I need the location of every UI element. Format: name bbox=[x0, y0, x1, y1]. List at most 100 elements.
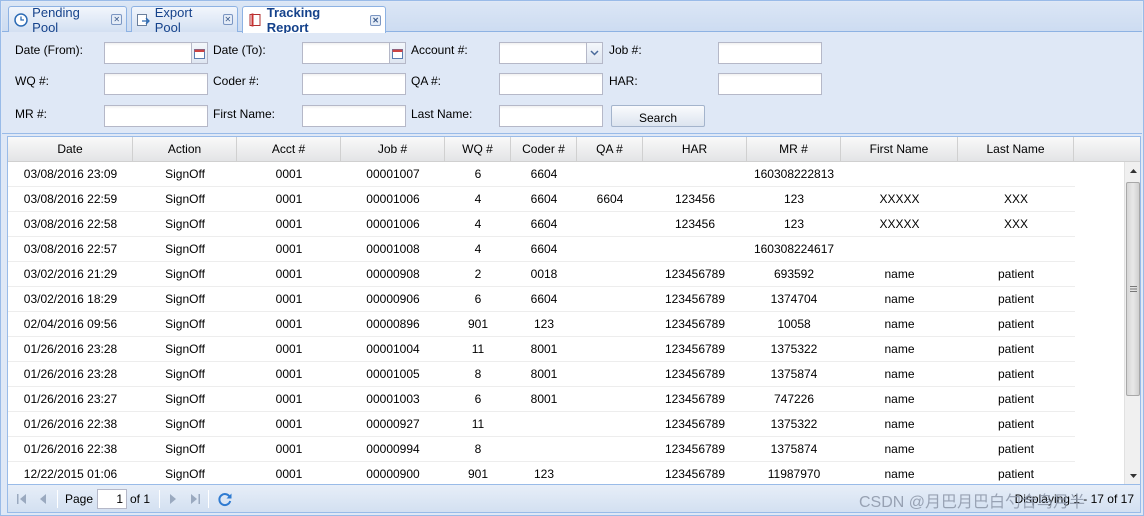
col-action-cell: SignOff bbox=[165, 167, 205, 181]
scroll-down-icon[interactable] bbox=[1125, 467, 1141, 484]
date-from-field[interactable] bbox=[104, 42, 208, 64]
header-action[interactable]: Action bbox=[133, 137, 237, 162]
app-window: Pending Pool ✕ Export Pool ✕ Tracking Re… bbox=[0, 0, 1144, 516]
wq-field[interactable] bbox=[104, 73, 208, 95]
table-row[interactable]: 03/08/2016 22:59 SignOff 0001 00001006 4 6604… bbox=[8, 187, 1075, 212]
header-last-name[interactable]: Last Name bbox=[958, 137, 1074, 162]
col-wq-cell: 8 bbox=[474, 367, 482, 381]
col-wq-cell: 901 bbox=[467, 317, 489, 331]
header-wq[interactable]: WQ # bbox=[445, 137, 511, 162]
table-row[interactable]: 02/04/2016 09:56 SignOff 0001 00000896 901 12… bbox=[8, 312, 1075, 337]
vertical-scrollbar[interactable] bbox=[1124, 162, 1140, 484]
col-mr-cell: 1375874 bbox=[770, 367, 818, 381]
first-name-field[interactable] bbox=[302, 105, 406, 127]
col-first-name-cell: name bbox=[884, 367, 915, 381]
tab-tracking-report[interactable]: Tracking Report ✕ bbox=[242, 5, 386, 35]
calendar-icon[interactable] bbox=[191, 42, 208, 64]
header-acct[interactable]: Acct # bbox=[237, 137, 341, 162]
header-qa[interactable]: QA # bbox=[577, 137, 643, 162]
col-wq-cell: 901 bbox=[467, 467, 489, 481]
table-row[interactable]: 03/02/2016 18:29 SignOff 0001 00000906 6 6604… bbox=[8, 287, 1075, 312]
col-last-name-cell: patient bbox=[997, 267, 1035, 281]
col-coder-cell: 6604 bbox=[530, 242, 558, 256]
tab-pending-pool[interactable]: Pending Pool ✕ bbox=[8, 5, 127, 35]
header-har[interactable]: HAR bbox=[643, 137, 747, 162]
prev-page-icon[interactable] bbox=[35, 491, 51, 507]
table-row[interactable]: 12/22/2015 01:06 SignOff 0001 00000900 901 12… bbox=[8, 462, 1075, 484]
col-first-name-cell: name bbox=[884, 417, 915, 431]
header-date[interactable]: Date bbox=[8, 137, 133, 162]
refresh-icon[interactable] bbox=[216, 491, 234, 507]
wq-label: WQ #: bbox=[15, 74, 50, 88]
page-number-input[interactable]: 1 bbox=[97, 489, 127, 509]
col-first-name-cell: XXXXX bbox=[879, 217, 920, 231]
col-qa-cell bbox=[577, 387, 643, 411]
col-first-name-cell: name bbox=[884, 392, 915, 406]
last-page-icon[interactable] bbox=[187, 491, 203, 507]
table-row[interactable]: 03/08/2016 22:57 SignOff 0001 00001008 4 6604… bbox=[8, 237, 1075, 262]
coder-field[interactable] bbox=[302, 73, 406, 95]
table-row[interactable]: 01/26/2016 22:38 SignOff 0001 00000994 8 1234… bbox=[8, 437, 1075, 462]
col-job-cell: 00001004 bbox=[366, 342, 420, 356]
report-icon bbox=[247, 12, 263, 28]
col-date-cell: 03/02/2016 21:29 bbox=[23, 267, 118, 281]
close-icon[interactable]: ✕ bbox=[111, 14, 123, 25]
col-har-cell: 123456789 bbox=[664, 367, 726, 381]
first-page-icon[interactable] bbox=[14, 491, 30, 507]
job-field[interactable] bbox=[718, 42, 822, 64]
calendar-icon[interactable] bbox=[389, 42, 406, 64]
col-date-cell: 03/08/2016 22:57 bbox=[23, 242, 118, 256]
col-qa-cell bbox=[577, 437, 643, 461]
col-first-name-cell: name bbox=[884, 292, 915, 306]
col-coder-cell: 8001 bbox=[530, 342, 558, 356]
qa-label: QA #: bbox=[411, 74, 442, 88]
col-first-name-cell: XXXXX bbox=[879, 192, 920, 206]
table-row[interactable]: 03/02/2016 21:29 SignOff 0001 00000908 2 0018… bbox=[8, 262, 1075, 287]
table-row[interactable]: 03/08/2016 23:09 SignOff 0001 00001007 6 6604… bbox=[8, 162, 1075, 187]
header-first-name[interactable]: First Name bbox=[841, 137, 958, 162]
tab-export-pool[interactable]: Export Pool ✕ bbox=[131, 5, 238, 35]
chevron-down-icon[interactable] bbox=[586, 42, 603, 64]
header-mr[interactable]: MR # bbox=[747, 137, 841, 162]
col-wq-cell: 2 bbox=[474, 267, 482, 281]
mr-field[interactable] bbox=[104, 105, 208, 127]
col-action-cell: SignOff bbox=[165, 242, 205, 256]
col-qa-cell bbox=[577, 362, 643, 386]
table-row[interactable]: 01/26/2016 23:27 SignOff 0001 00001003 6 8001… bbox=[8, 387, 1075, 412]
page-count-label: of 1 bbox=[130, 492, 151, 506]
col-coder-cell bbox=[511, 412, 577, 436]
col-qa-cell bbox=[577, 462, 643, 484]
col-har-cell: 123456789 bbox=[664, 467, 726, 481]
table-row[interactable]: 01/26/2016 23:28 SignOff 0001 00001004 11 800… bbox=[8, 337, 1075, 362]
header-job[interactable]: Job # bbox=[341, 137, 445, 162]
col-mr-cell: 693592 bbox=[773, 267, 815, 281]
col-acct-cell: 0001 bbox=[275, 242, 303, 256]
date-to-field[interactable] bbox=[302, 42, 406, 64]
table-row[interactable]: 01/26/2016 23:28 SignOff 0001 00001005 8 8001… bbox=[8, 362, 1075, 387]
search-button[interactable]: Search bbox=[611, 105, 705, 127]
har-field[interactable] bbox=[718, 73, 822, 95]
next-page-icon[interactable] bbox=[165, 491, 181, 507]
scroll-thumb[interactable] bbox=[1126, 182, 1140, 396]
table-row[interactable]: 01/26/2016 22:38 SignOff 0001 00000927 11 123… bbox=[8, 412, 1075, 437]
last-name-field[interactable] bbox=[499, 105, 603, 127]
table-row[interactable]: 03/08/2016 22:58 SignOff 0001 00001006 4 6604… bbox=[8, 212, 1075, 237]
col-last-name-cell: XXX bbox=[1003, 192, 1028, 206]
close-icon[interactable]: ✕ bbox=[370, 14, 381, 26]
col-last-name-cell bbox=[958, 162, 1074, 186]
header-coder[interactable]: Coder # bbox=[511, 137, 577, 162]
col-action-cell: SignOff bbox=[165, 392, 205, 406]
qa-field[interactable] bbox=[499, 73, 603, 95]
col-qa-cell bbox=[577, 212, 643, 236]
col-date-cell: 03/08/2016 22:58 bbox=[23, 217, 118, 231]
col-date-cell: 03/08/2016 23:09 bbox=[23, 167, 118, 181]
col-acct-cell: 0001 bbox=[275, 267, 303, 281]
col-date-cell: 01/26/2016 22:38 bbox=[23, 442, 118, 456]
close-icon[interactable]: ✕ bbox=[222, 14, 233, 25]
col-first-name-cell: name bbox=[884, 267, 915, 281]
col-mr-cell: 1374704 bbox=[770, 292, 818, 306]
account-select[interactable] bbox=[499, 42, 603, 64]
col-qa-cell bbox=[577, 237, 643, 261]
col-har-cell: 123456789 bbox=[664, 292, 726, 306]
scroll-up-icon[interactable] bbox=[1125, 162, 1141, 179]
